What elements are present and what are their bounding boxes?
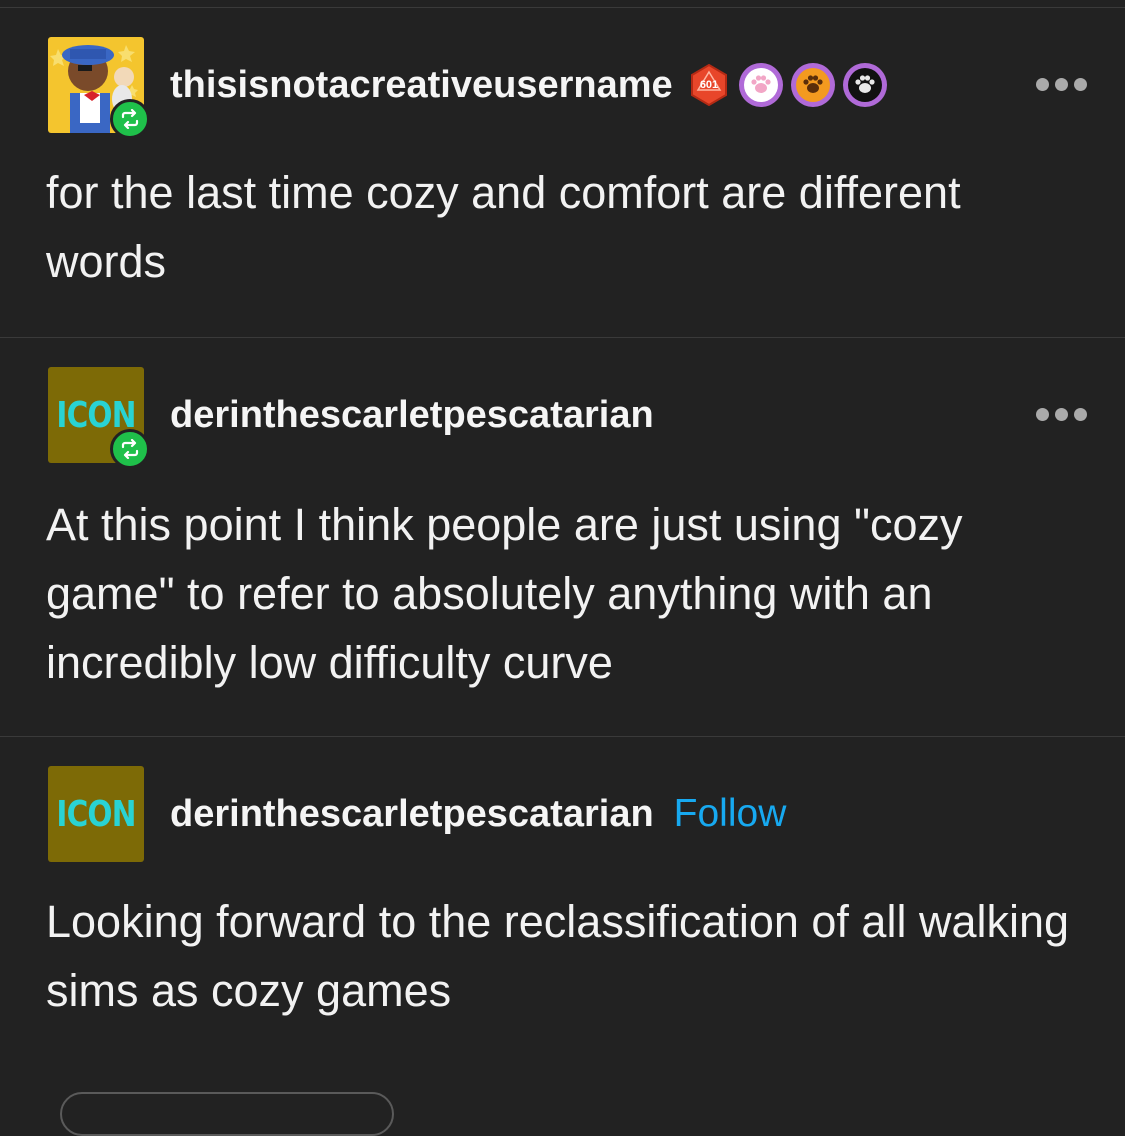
- paw-badge-white-icon[interactable]: [738, 63, 783, 107]
- post-header-1: thisisnotacreativeusername 601: [48, 37, 887, 139]
- post-body-1: for the last time cozy and comfort are d…: [46, 167, 961, 287]
- bottom-action-pill[interactable]: [60, 1092, 394, 1136]
- post-header-2: ICON derinthescarletpescatarian: [48, 367, 654, 469]
- d20-badge-icon[interactable]: 601: [687, 63, 731, 107]
- post-body-3: Looking forward to the reclassification …: [46, 896, 1070, 1016]
- avatar[interactable]: [48, 37, 150, 139]
- top-divider: [0, 7, 1125, 8]
- badge-row: 601: [687, 63, 887, 107]
- avatar[interactable]: ICON: [48, 367, 150, 469]
- username[interactable]: derinthescarletpescatarian: [170, 793, 654, 836]
- avatar-icon-text: ICON: [56, 766, 136, 862]
- post-header-3: ICON derinthescarletpescatarian Follow: [48, 766, 786, 862]
- reblog-icon: [110, 99, 150, 139]
- d20-badge-label: 601: [699, 79, 717, 91]
- more-options-icon[interactable]: [1036, 78, 1087, 91]
- post-divider: [0, 337, 1125, 338]
- avatar-image: ICON: [48, 766, 144, 862]
- paw-badge-orange-icon[interactable]: [790, 63, 835, 107]
- username[interactable]: thisisnotacreativeusername: [170, 64, 673, 107]
- post-divider: [0, 736, 1125, 737]
- follow-button[interactable]: Follow: [674, 792, 787, 836]
- paw-badge-black-icon[interactable]: [842, 63, 887, 107]
- reblog-icon: [110, 429, 150, 469]
- more-options-icon[interactable]: [1036, 408, 1087, 421]
- avatar[interactable]: ICON: [48, 766, 144, 862]
- post-body-2: At this point I think people are just us…: [46, 499, 963, 688]
- username[interactable]: derinthescarletpescatarian: [170, 394, 654, 437]
